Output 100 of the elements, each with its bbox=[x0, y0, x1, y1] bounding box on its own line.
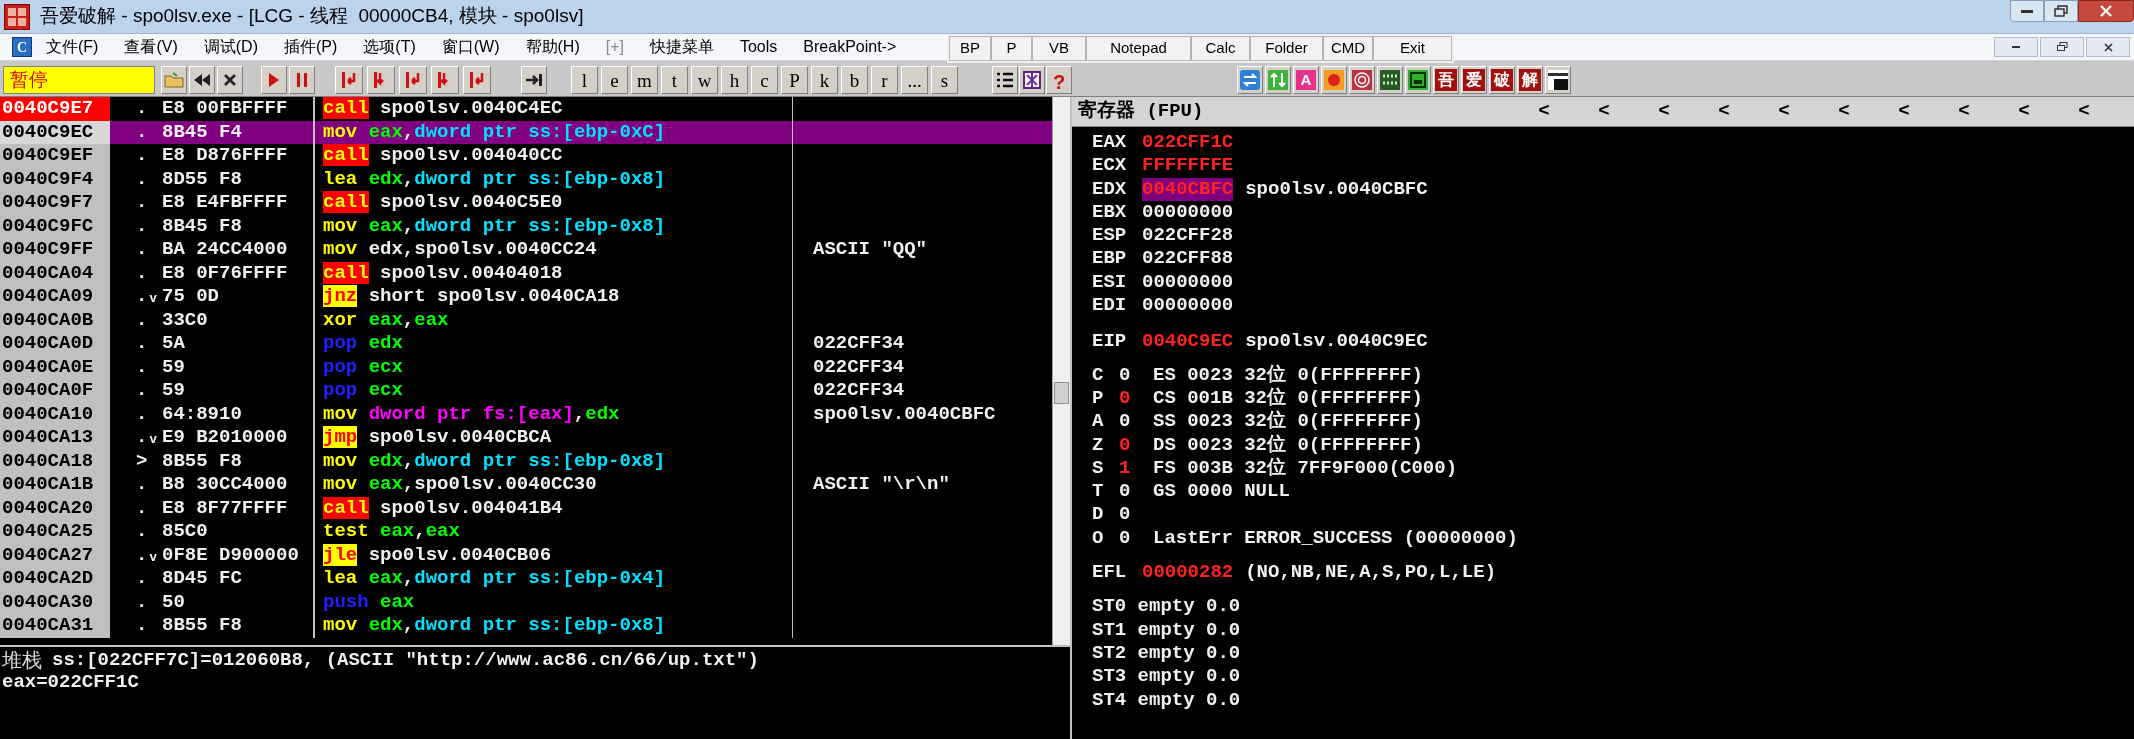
flag-value[interactable]: 0 bbox=[1119, 363, 1153, 387]
toolbar-button[interactable] bbox=[1405, 66, 1431, 94]
register-value[interactable]: 00000000 bbox=[1142, 270, 1234, 295]
step-button[interactable] bbox=[367, 66, 395, 94]
info-line: eax=022CFF1C bbox=[2, 671, 139, 693]
menu-item[interactable]: 帮助(H) bbox=[519, 35, 586, 59]
toolbar-button[interactable] bbox=[1377, 66, 1403, 94]
nav-arrow-button[interactable]: < bbox=[1534, 97, 1554, 126]
scroll-thumb[interactable] bbox=[1054, 382, 1069, 404]
register-name: ESI bbox=[1092, 270, 1128, 295]
scrollbar[interactable] bbox=[1052, 97, 1070, 645]
menu-item[interactable]: 查看(V) bbox=[118, 35, 184, 59]
flag-value[interactable]: 0 bbox=[1119, 503, 1153, 527]
step-button[interactable] bbox=[335, 66, 363, 94]
flag-value[interactable]: 0 bbox=[1119, 410, 1153, 434]
brand-button[interactable]: 破 bbox=[1489, 66, 1515, 94]
grid-icon bbox=[1023, 71, 1041, 89]
window-button[interactable]: t bbox=[661, 66, 688, 94]
minimize-button[interactable] bbox=[2010, 0, 2044, 22]
list-button[interactable] bbox=[992, 66, 1018, 94]
nav-arrow-button[interactable]: < bbox=[1714, 97, 1734, 126]
menu-item[interactable]: 选项(T) bbox=[357, 35, 422, 59]
flag-value[interactable]: 0 bbox=[1119, 386, 1153, 411]
window-button[interactable]: b bbox=[841, 66, 868, 94]
menu-item[interactable]: 窗口(W) bbox=[435, 35, 506, 59]
window-button[interactable]: m bbox=[631, 66, 658, 94]
step-button[interactable] bbox=[431, 66, 459, 94]
restart-button[interactable] bbox=[189, 66, 215, 94]
quick-button[interactable]: Calc bbox=[1191, 36, 1250, 61]
register-value[interactable]: 00000000 bbox=[1142, 294, 1234, 318]
register-name: ESP bbox=[1092, 224, 1128, 248]
brand-button[interactable]: 爱 bbox=[1461, 66, 1487, 94]
menu-item[interactable]: 快捷菜单 bbox=[643, 35, 720, 59]
register-value[interactable]: FFFFFFFE bbox=[1142, 154, 1234, 178]
menu-item[interactable]: 调试(D) bbox=[197, 35, 264, 59]
window-button[interactable]: e bbox=[601, 66, 628, 94]
pause-button[interactable] bbox=[289, 66, 315, 94]
flag-value[interactable]: 0 bbox=[1119, 480, 1153, 504]
menu-item[interactable]: BreakPoint-> bbox=[797, 35, 903, 59]
nav-arrow-button[interactable]: < bbox=[2074, 97, 2094, 126]
address-cell: 0040C9EF bbox=[0, 144, 110, 168]
app-menu-icon[interactable]: C bbox=[12, 37, 32, 57]
jump-marker: . bbox=[135, 473, 149, 497]
quick-button[interactable]: CMD bbox=[1323, 36, 1373, 61]
register-value[interactable]: 022CFF1C bbox=[1142, 131, 1234, 155]
step-button[interactable] bbox=[463, 66, 491, 94]
window-button[interactable]: ... bbox=[901, 66, 928, 94]
nav-arrow-button[interactable]: < bbox=[1834, 97, 1854, 126]
step-button[interactable] bbox=[399, 66, 427, 94]
nav-arrow-button[interactable]: < bbox=[2014, 97, 2034, 126]
register-comment: spo0lsv.0040CBFC bbox=[1245, 177, 1428, 201]
window-button[interactable]: s bbox=[931, 66, 958, 94]
font-button[interactable]: A bbox=[1293, 66, 1319, 94]
address-cell: 0040C9FF bbox=[0, 238, 110, 262]
nav-arrow-button[interactable]: < bbox=[1594, 97, 1614, 126]
quick-button[interactable]: P bbox=[991, 36, 1032, 61]
address-cell: 0040CA25 bbox=[0, 520, 110, 544]
menu-item[interactable]: 文件(F) bbox=[40, 35, 105, 59]
run-button[interactable] bbox=[261, 66, 287, 94]
quick-button[interactable]: Folder bbox=[1250, 36, 1323, 61]
address-cell: 0040CA04 bbox=[0, 261, 110, 285]
help-button[interactable]: ? bbox=[1046, 66, 1072, 94]
quick-button[interactable]: BP bbox=[949, 36, 991, 61]
window-button[interactable]: r bbox=[871, 66, 898, 94]
flag-value[interactable]: 1 bbox=[1119, 456, 1153, 481]
grid-button[interactable] bbox=[1019, 66, 1045, 94]
nav-arrow-button[interactable]: < bbox=[1954, 97, 1974, 126]
quick-button[interactable]: VB bbox=[1032, 36, 1086, 61]
close-button[interactable] bbox=[2078, 0, 2134, 22]
child-restore-button[interactable] bbox=[2040, 37, 2084, 57]
trace-button[interactable] bbox=[521, 66, 547, 94]
register-value[interactable]: 00000000 bbox=[1142, 200, 1234, 225]
brand-button[interactable]: 吾 bbox=[1433, 66, 1459, 94]
register-value[interactable]: 022CFF28 bbox=[1142, 224, 1234, 248]
window-button[interactable]: P bbox=[781, 66, 808, 94]
toolbar-button[interactable] bbox=[1545, 66, 1571, 94]
flag-value[interactable]: 0 bbox=[1119, 526, 1153, 551]
window-button[interactable]: w bbox=[691, 66, 718, 94]
jump-marker: .ᵥ bbox=[135, 285, 160, 309]
open-button[interactable] bbox=[161, 66, 187, 94]
nav-arrow-button[interactable]: < bbox=[1894, 97, 1914, 126]
menu-item[interactable]: 插件(P) bbox=[278, 35, 344, 59]
flag-detail: GS 0000 NULL bbox=[1153, 480, 1290, 504]
window-button[interactable]: l bbox=[571, 66, 598, 94]
close-program-button[interactable] bbox=[217, 66, 243, 94]
quick-button[interactable]: Exit bbox=[1373, 36, 1452, 61]
maximize-button[interactable] bbox=[2044, 0, 2078, 22]
nav-arrow-button[interactable]: < bbox=[1774, 97, 1794, 126]
register-value[interactable]: 0040C9EC bbox=[1142, 330, 1234, 354]
window-button[interactable]: h bbox=[721, 66, 748, 94]
menu-item[interactable]: Tools bbox=[733, 35, 784, 59]
window-button[interactable]: k bbox=[811, 66, 838, 94]
quick-button[interactable]: Notepad bbox=[1086, 36, 1191, 61]
listing-row[interactable]: 0040C9EC . 8B45 F4 mov eax,dword ptr ss:[ebp-0xC] bbox=[0, 120, 1052, 144]
brand-button[interactable]: 解 bbox=[1517, 66, 1543, 94]
nav-arrow-button[interactable]: < bbox=[1654, 97, 1674, 126]
flag-value[interactable]: 0 bbox=[1119, 433, 1153, 457]
window-button[interactable]: c bbox=[751, 66, 778, 94]
register-value[interactable]: 022CFF88 bbox=[1142, 247, 1234, 271]
register-value[interactable]: 00000282 bbox=[1142, 561, 1234, 585]
